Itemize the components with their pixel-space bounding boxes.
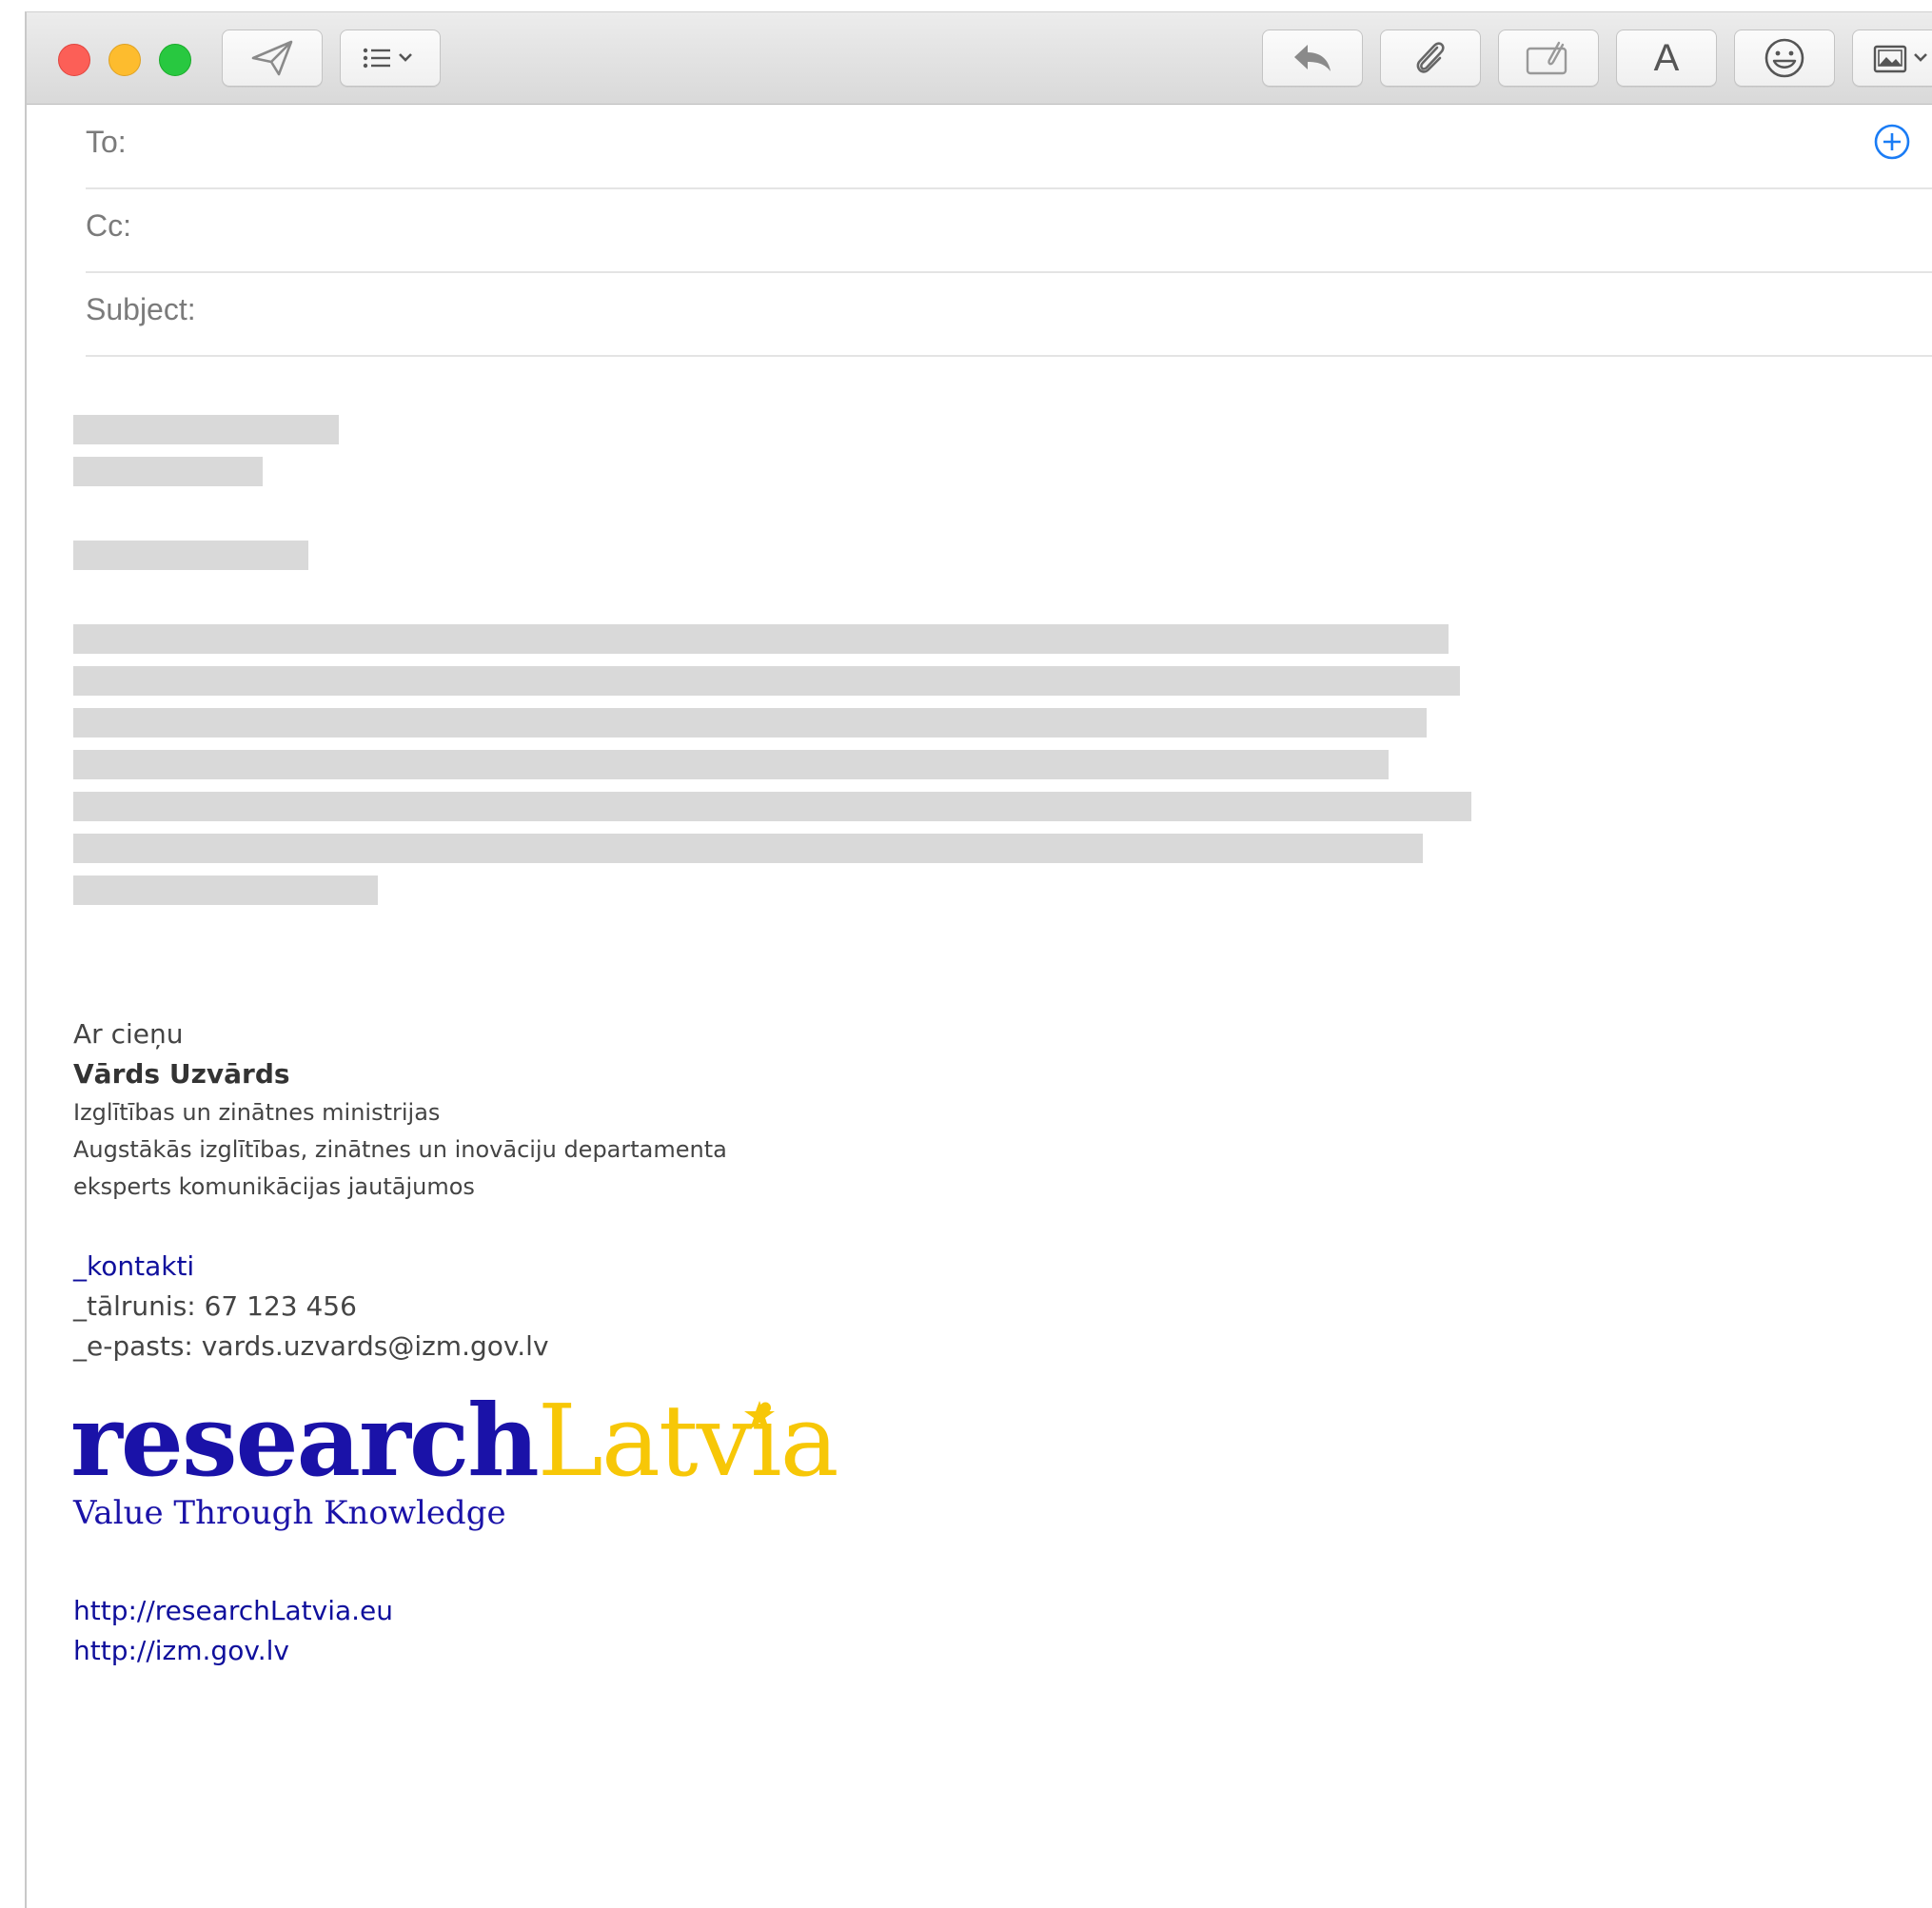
signature-phone: _tālrunis: 67 123 456 <box>73 1290 357 1322</box>
add-contact-icon[interactable] <box>1873 123 1911 161</box>
research-latvia-logo: researchLatvia <box>70 1382 839 1499</box>
reply-button[interactable] <box>1262 30 1363 87</box>
reply-icon <box>1291 41 1334 75</box>
redacted-text <box>73 750 1389 779</box>
signature-department: Augstākās izglītības, zinātnes un inovāc… <box>73 1136 727 1163</box>
subject-label: Subject: <box>86 292 196 326</box>
redacted-text <box>73 457 263 486</box>
toolbar: A <box>27 12 1932 105</box>
send-icon <box>250 39 294 77</box>
header-fields-menu-button[interactable] <box>340 30 441 87</box>
markup-button[interactable] <box>1498 30 1599 87</box>
logo-tagline: Value Through Knowledge <box>73 1494 506 1532</box>
minimize-button[interactable] <box>108 44 141 76</box>
photo-browser-icon <box>1871 39 1932 77</box>
cc-field[interactable]: Cc: <box>86 189 1932 273</box>
emoji-button[interactable] <box>1734 30 1835 87</box>
to-label: To: <box>86 125 127 159</box>
signature-name: Vārds Uzvārds <box>73 1058 290 1090</box>
signature-ministry: Izglītības un zinātnes ministrijas <box>73 1099 441 1126</box>
cc-label: Cc: <box>86 208 131 243</box>
close-button[interactable] <box>58 44 90 76</box>
list-icon <box>360 44 421 72</box>
subject-field[interactable]: Subject: <box>86 273 1932 357</box>
redacted-text <box>73 541 308 570</box>
attachment-icon <box>1411 38 1449 78</box>
redacted-text <box>73 792 1471 821</box>
signature-email: _e-pasts: vards.uzvards@izm.gov.lv <box>73 1330 549 1362</box>
redacted-text <box>73 415 339 444</box>
redacted-text <box>73 834 1423 863</box>
zoom-button[interactable] <box>159 44 191 76</box>
redacted-text <box>73 708 1427 738</box>
attach-button[interactable] <box>1380 30 1481 87</box>
izm-link[interactable]: http://izm.gov.lv <box>73 1635 289 1666</box>
format-icon: A <box>1653 36 1680 79</box>
research-latvia-link[interactable]: http://researchLatvia.eu <box>73 1595 393 1626</box>
send-button[interactable] <box>222 30 323 87</box>
redacted-text <box>73 666 1460 696</box>
photo-browser-button[interactable] <box>1852 30 1932 87</box>
redacted-text <box>73 875 378 905</box>
to-field[interactable]: To: <box>86 106 1932 189</box>
format-button[interactable]: A <box>1616 30 1717 87</box>
emoji-icon <box>1764 37 1805 79</box>
redacted-text <box>73 624 1449 654</box>
markup-icon <box>1525 39 1572 77</box>
star-icon <box>743 1399 776 1431</box>
signature-position: eksperts komunikācijas jautājumos <box>73 1173 475 1200</box>
signature-greeting: Ar cieņu <box>73 1018 184 1050</box>
contacts-heading: _kontakti <box>73 1250 195 1282</box>
